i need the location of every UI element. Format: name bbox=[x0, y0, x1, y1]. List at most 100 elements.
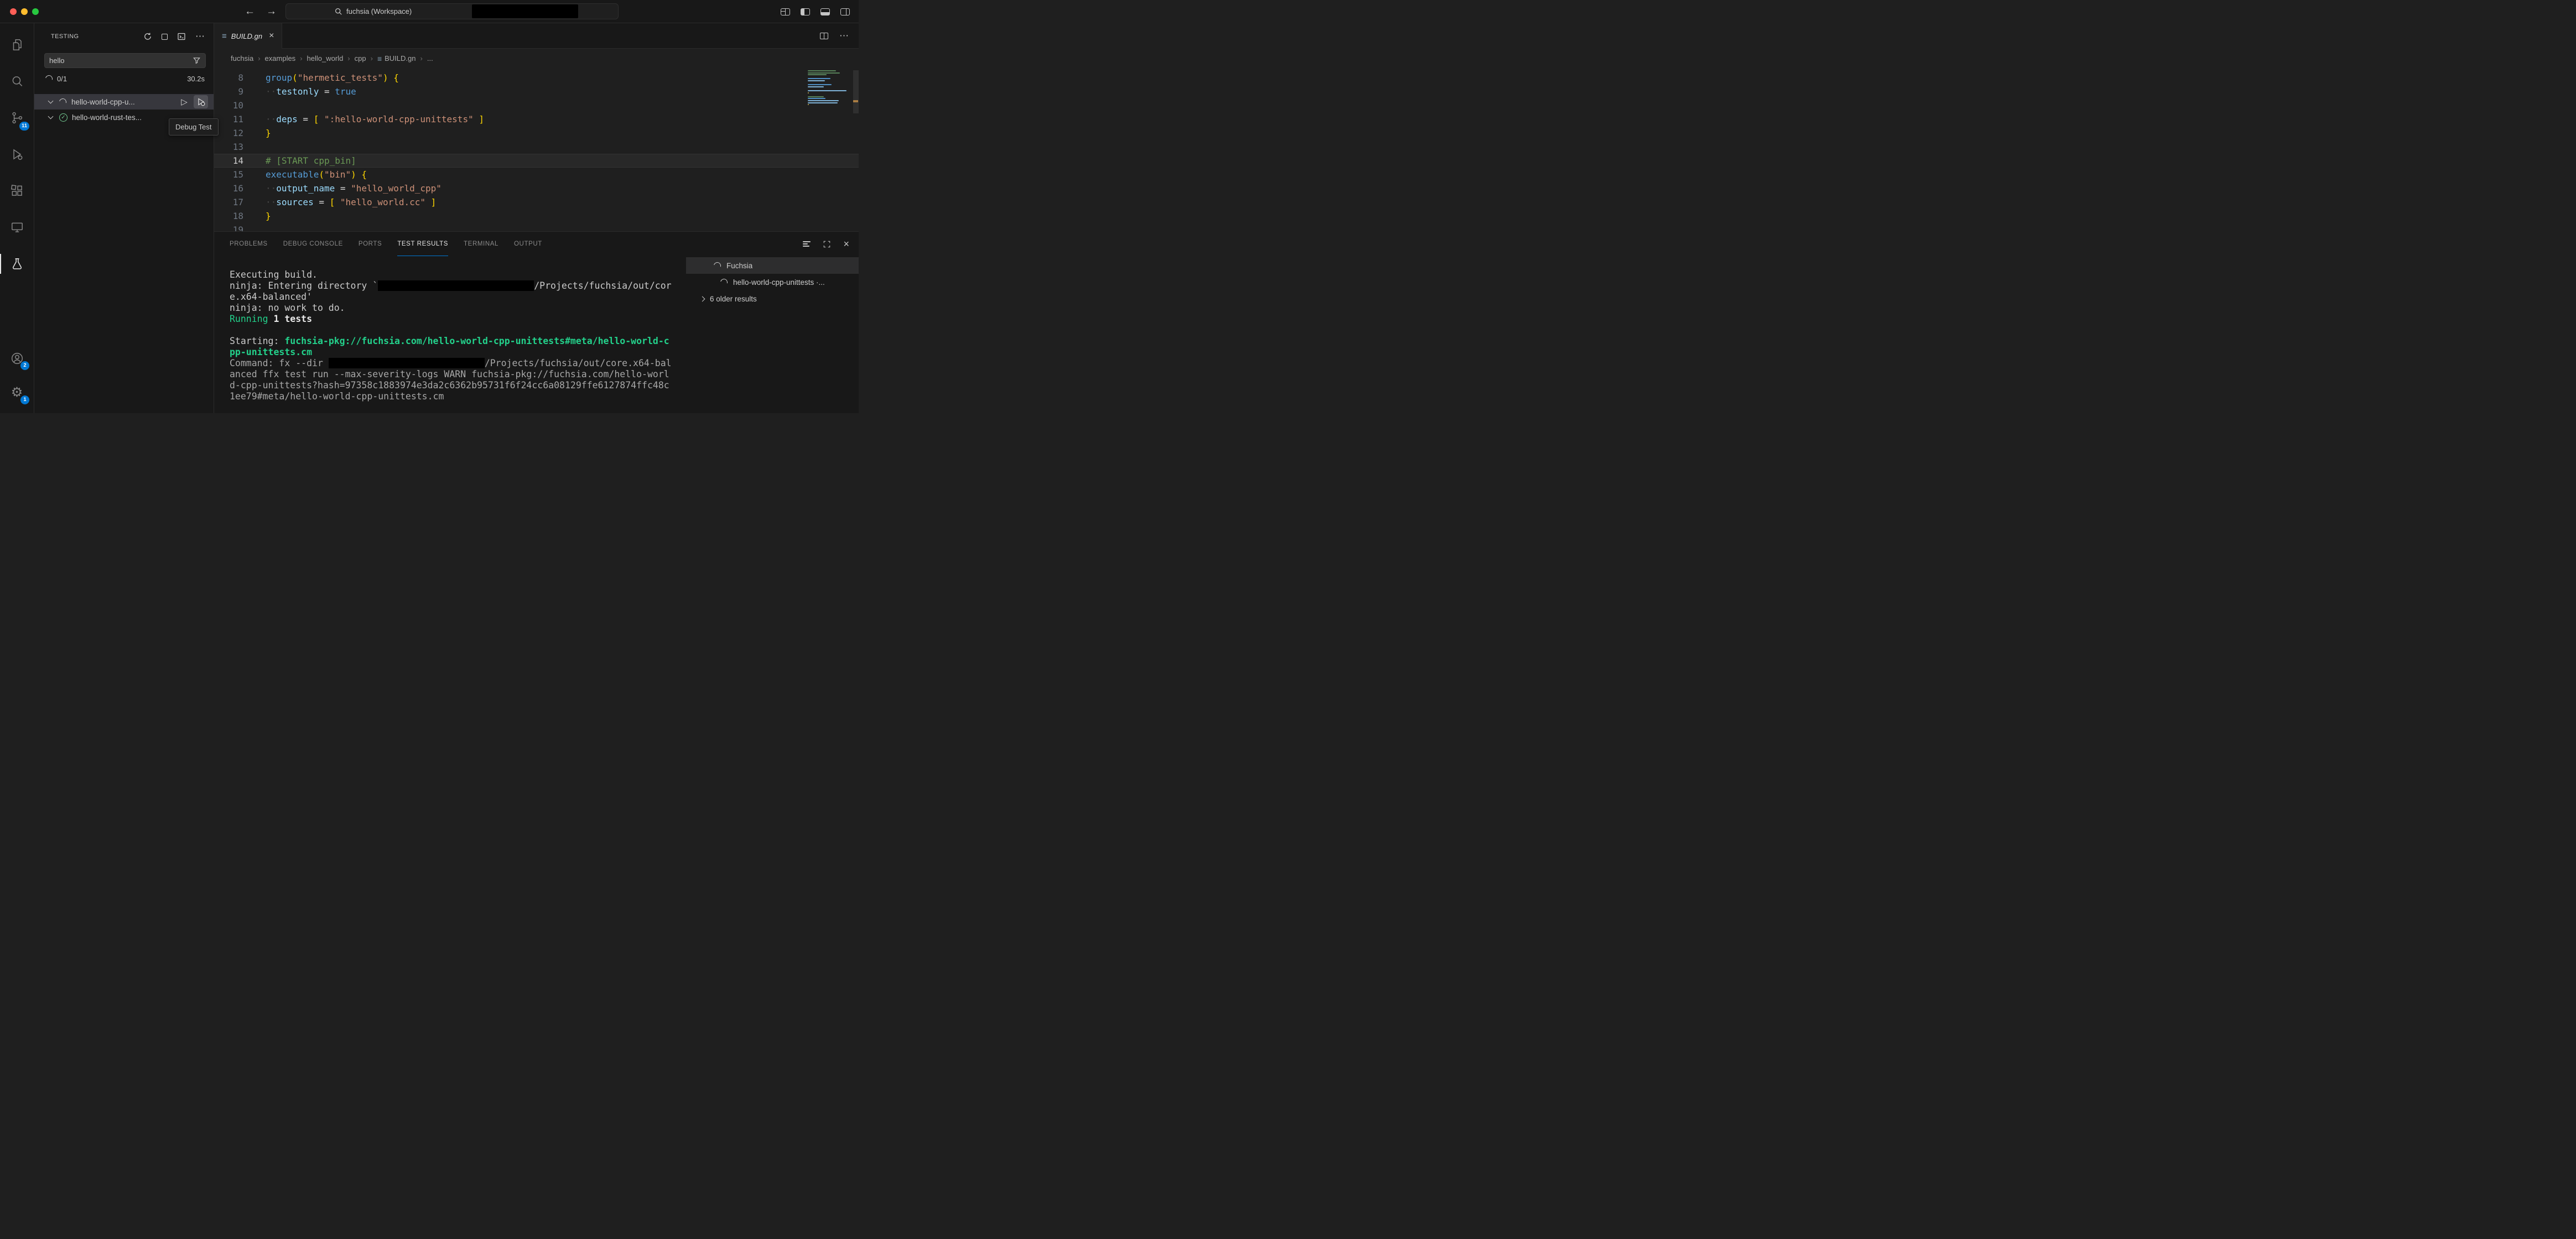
test-filter-box[interactable] bbox=[44, 53, 206, 68]
sidebar-item-search[interactable] bbox=[0, 63, 34, 100]
code-line[interactable]: 9··testonly = true bbox=[214, 85, 859, 98]
panel-tab-debug-console[interactable]: DEBUG CONSOLE bbox=[283, 232, 343, 256]
line-number: 15 bbox=[214, 168, 243, 181]
titlebar: ← → fuchsia (Workspace) bbox=[0, 0, 859, 23]
panel-tab-test-results[interactable]: TEST RESULTS bbox=[397, 232, 448, 256]
sidebar-item-remote-explorer[interactable] bbox=[0, 209, 34, 246]
editor-scrollbar[interactable] bbox=[853, 70, 859, 113]
close-tab-icon[interactable]: × bbox=[269, 31, 274, 41]
split-editor-icon[interactable] bbox=[820, 33, 828, 39]
toggle-panel-icon[interactable] bbox=[820, 8, 830, 15]
code-text bbox=[243, 140, 266, 154]
chevron-right-icon bbox=[700, 296, 705, 301]
panel-tab-output[interactable]: OUTPUT bbox=[514, 232, 542, 256]
code-text: ··testonly = true bbox=[243, 85, 356, 98]
sidebar-item-source-control[interactable]: 11 bbox=[0, 100, 34, 136]
result-row[interactable]: Fuchsia bbox=[686, 257, 859, 274]
command-center-search[interactable]: fuchsia (Workspace) bbox=[285, 3, 619, 19]
run-test-button[interactable]: ▷ bbox=[177, 95, 191, 108]
accounts-button[interactable]: 2 bbox=[0, 341, 34, 376]
output-line: d-cpp-unittests?hash=97358c1883974e3da2c… bbox=[230, 380, 672, 391]
breadcrumb-item[interactable]: cpp bbox=[355, 54, 366, 63]
forward-icon[interactable]: → bbox=[266, 6, 277, 18]
sidebar-title: TESTING bbox=[51, 33, 79, 40]
sidebar-item-explorer[interactable] bbox=[0, 27, 34, 63]
code-text: ··output_name = "hello_world_cpp" bbox=[243, 181, 442, 195]
tab-build-gn[interactable]: ≡ BUILD.gn × bbox=[214, 23, 282, 49]
gn-file-icon: ≡ bbox=[377, 54, 382, 63]
customize-layout-icon[interactable] bbox=[781, 8, 790, 15]
code-line[interactable]: 11··deps = [ ":hello-world-cpp-unittests… bbox=[214, 112, 859, 126]
code-line[interactable]: 10 bbox=[214, 98, 859, 112]
zoom-window-button[interactable] bbox=[32, 8, 39, 15]
panel-output[interactable]: Executing build.ninja: Entering director… bbox=[230, 269, 672, 402]
debug-test-tooltip: Debug Test bbox=[169, 118, 219, 136]
show-output-icon[interactable] bbox=[177, 32, 186, 41]
settings-button[interactable]: ⚙ 1 bbox=[0, 376, 34, 410]
cancel-run-icon[interactable] bbox=[162, 34, 168, 40]
minimize-window-button[interactable] bbox=[21, 8, 28, 15]
debug-test-button[interactable] bbox=[194, 95, 208, 108]
breadcrumb-item[interactable]: examples bbox=[265, 54, 296, 63]
test-filter-input[interactable] bbox=[49, 56, 193, 65]
chevron-down-icon[interactable] bbox=[48, 114, 54, 119]
play-icon: ▷ bbox=[181, 97, 188, 107]
panel-tab-problems[interactable]: PROBLEMS bbox=[230, 232, 268, 256]
code-line[interactable]: 16··output_name = "hello_world_cpp" bbox=[214, 181, 859, 195]
code-editor[interactable]: 8group("hermetic_tests") {9··testonly = … bbox=[214, 67, 859, 231]
breadcrumb-item[interactable]: ≡BUILD.gn bbox=[377, 54, 416, 63]
code-text: # [START cpp_bin] bbox=[243, 154, 356, 168]
output-line: anced ffx test run --max-severity-logs W… bbox=[230, 369, 672, 380]
test-item-cpp-unittests[interactable]: hello-world-cpp-u... ▷ bbox=[34, 94, 214, 110]
files-icon bbox=[10, 38, 24, 52]
sidebar-item-run-debug[interactable] bbox=[0, 136, 34, 173]
line-number: 19 bbox=[214, 223, 243, 231]
sidebar-item-testing[interactable] bbox=[0, 246, 34, 282]
code-line[interactable]: 14# [START cpp_bin] bbox=[214, 154, 859, 168]
code-line[interactable]: 8group("hermetic_tests") { bbox=[214, 71, 859, 85]
settings-badge: 1 bbox=[20, 395, 29, 404]
code-text: ··deps = [ ":hello-world-cpp-unittests" … bbox=[243, 112, 484, 126]
panel-tab-terminal[interactable]: TERMINAL bbox=[464, 232, 498, 256]
breadcrumb-item[interactable]: hello_world bbox=[307, 54, 344, 63]
filter-icon[interactable] bbox=[193, 56, 201, 65]
test-results-tree: Fuchsiahello-world-cpp-unittests ·...6 o… bbox=[686, 257, 859, 307]
more-actions-icon[interactable]: ⋯ bbox=[195, 34, 205, 39]
chevron-down-icon[interactable] bbox=[48, 98, 54, 104]
maximize-panel-icon[interactable] bbox=[823, 240, 831, 248]
close-panel-icon[interactable]: × bbox=[843, 238, 849, 250]
result-row[interactable]: 6 older results bbox=[686, 290, 859, 307]
code-text bbox=[243, 98, 266, 112]
editor-more-actions-icon[interactable]: ⋯ bbox=[839, 30, 849, 41]
code-line[interactable]: 19 bbox=[214, 223, 859, 231]
code-line[interactable]: 12} bbox=[214, 126, 859, 140]
code-line[interactable]: 17··sources = [ "hello_world.cc" ] bbox=[214, 195, 859, 209]
sidebar-item-extensions[interactable] bbox=[0, 173, 34, 209]
toggle-primary-sidebar-icon[interactable] bbox=[801, 8, 810, 15]
code-line[interactable]: 18} bbox=[214, 209, 859, 223]
code-line[interactable]: 13 bbox=[214, 140, 859, 154]
testing-beaker-icon bbox=[10, 257, 24, 271]
output-line: ninja: no work to do. bbox=[230, 303, 672, 314]
panel-body: Executing build.ninja: Entering director… bbox=[214, 256, 859, 413]
minimap[interactable] bbox=[808, 70, 852, 108]
test-run-spinner-icon bbox=[44, 74, 54, 84]
code-text: group("hermetic_tests") { bbox=[243, 71, 399, 85]
panel-tab-ports[interactable]: PORTS bbox=[359, 232, 382, 256]
window-controls bbox=[10, 8, 39, 15]
back-icon[interactable]: ← bbox=[245, 6, 255, 18]
code-line[interactable]: 15executable("bin") { bbox=[214, 168, 859, 181]
breadcrumb-item[interactable]: fuchsia bbox=[231, 54, 253, 63]
line-number: 13 bbox=[214, 140, 243, 154]
vscode-window: { "icons": { "back": "←", "forward": "→"… bbox=[0, 0, 859, 413]
output-actions-icon[interactable] bbox=[803, 241, 811, 247]
close-window-button[interactable] bbox=[10, 8, 17, 15]
breadcrumbs: fuchsia›examples›hello_world›cpp›≡BUILD.… bbox=[214, 49, 859, 67]
breadcrumb-item[interactable]: ... bbox=[427, 54, 433, 63]
breadcrumb-separator-icon: › bbox=[258, 54, 260, 63]
bottom-panel: PROBLEMS DEBUG CONSOLE PORTS TEST RESULTS TE… bbox=[214, 231, 859, 413]
output-line: e.x64-balanced' bbox=[230, 291, 672, 303]
result-row[interactable]: hello-world-cpp-unittests ·... bbox=[686, 274, 859, 290]
refresh-tests-icon[interactable] bbox=[143, 32, 152, 41]
toggle-secondary-sidebar-icon[interactable] bbox=[840, 8, 850, 15]
